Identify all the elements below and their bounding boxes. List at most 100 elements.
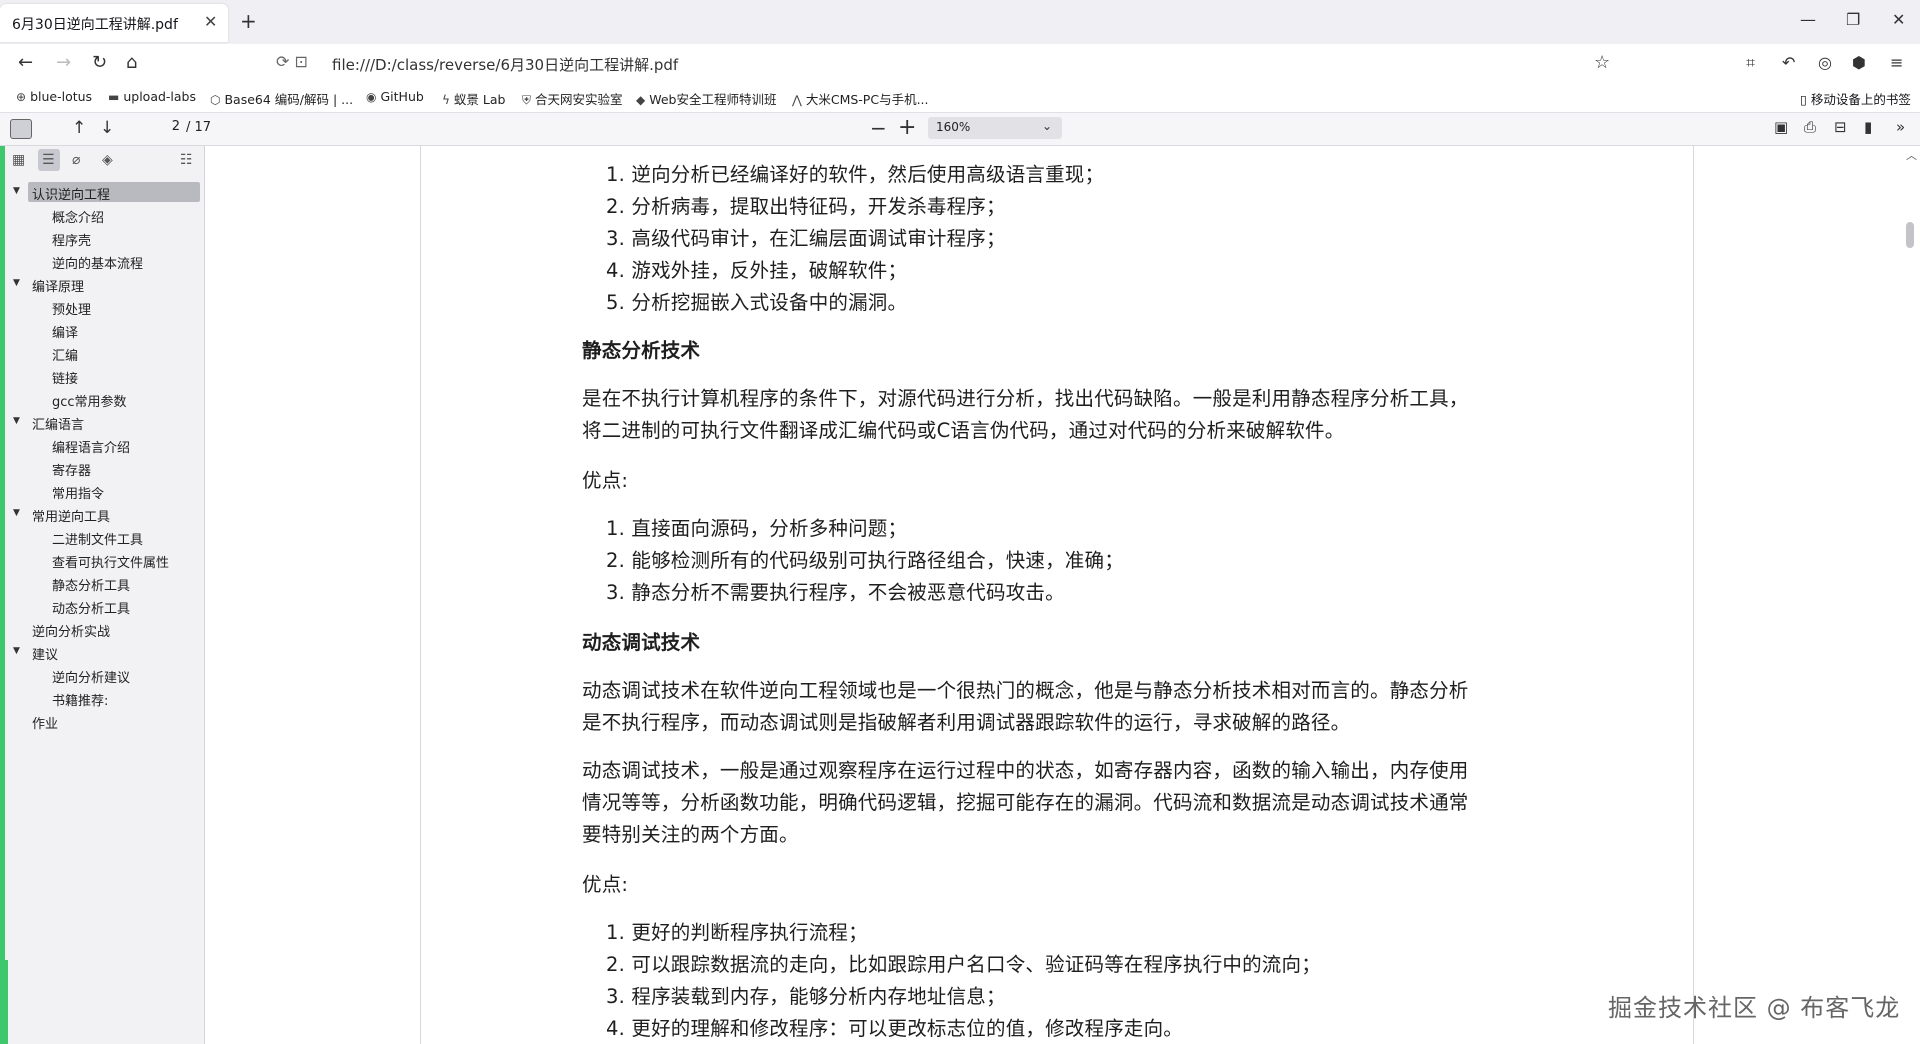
mountain-icon: ⋀ xyxy=(792,93,802,107)
back-arrow-icon[interactable]: ← xyxy=(18,52,33,73)
bookmark-item[interactable]: ▬ upload-labs xyxy=(108,89,196,104)
mobile-icon: ▯ xyxy=(1800,92,1807,107)
extension-icon[interactable]: ◎ xyxy=(1818,53,1832,72)
outline-item[interactable]: 程序壳 xyxy=(0,230,200,250)
bookmark-item[interactable]: ◉ GitHub xyxy=(366,89,424,104)
outline-item[interactable]: 汇编 xyxy=(0,345,200,365)
forward-arrow-icon[interactable]: → xyxy=(56,52,71,73)
close-window-button[interactable]: ✕ xyxy=(1892,10,1905,29)
puzzle-icon[interactable]: ⬢ xyxy=(1852,53,1866,72)
outline-item[interactable]: 二进制文件工具 xyxy=(0,529,200,549)
shield-icon: ⛨ xyxy=(522,93,532,107)
outline-item[interactable]: 查看可执行文件属性 xyxy=(0,552,200,572)
page-number-input[interactable]: 2 xyxy=(150,119,180,137)
expand-toggle-icon[interactable]: ▼ xyxy=(13,416,20,426)
new-tab-button[interactable]: + xyxy=(240,9,257,33)
list-item: 4. 游戏外挂，反外挂，破解软件； xyxy=(606,259,908,282)
outline-item[interactable]: 概念介绍 xyxy=(0,207,200,227)
outline-item-section[interactable]: 逆向分析实战 xyxy=(0,621,200,641)
outline-item-section[interactable]: ▼ 常用逆向工具 xyxy=(0,506,200,526)
outline-item[interactable]: gcc常用参数 xyxy=(0,391,200,411)
bookmark-item[interactable]: ⋀ 大米CMS-PC与手机... xyxy=(792,89,929,108)
outline-item-label: 建议 xyxy=(32,648,59,663)
scroll-up-icon[interactable]: ︿ xyxy=(1906,147,1917,163)
outline-item-label: 编译原理 xyxy=(32,280,85,295)
expand-toggle-icon[interactable]: ▼ xyxy=(13,278,20,288)
outline-item[interactable]: 逆向的基本流程 xyxy=(0,253,200,273)
outline-item[interactable]: 常用指令 xyxy=(0,483,200,503)
outline-item[interactable]: 书籍推荐: xyxy=(0,690,200,710)
outline-item-section[interactable]: ▼ 建议 xyxy=(0,644,200,664)
outline-item-section[interactable]: 作业 xyxy=(0,713,200,733)
mobile-bookmarks[interactable]: ▯ 移动设备上的书签 xyxy=(1800,89,1911,108)
reload-icon[interactable]: ↻ xyxy=(92,52,107,73)
outline-item-section[interactable]: ▼ 编译原理 xyxy=(0,276,200,296)
outline-item-label: gcc常用参数 xyxy=(52,395,127,410)
list-item: 2. 分析病毒，提取出特征码，开发杀毒程序； xyxy=(606,195,1006,218)
bookmark-star-icon[interactable]: ☆ xyxy=(1594,52,1610,73)
thumbnails-icon[interactable]: ▦ xyxy=(12,152,25,168)
outline-item-section[interactable]: ▼ 汇编语言 xyxy=(0,414,200,434)
bookmark-item[interactable]: ϟ 蚁景 Lab xyxy=(442,89,505,108)
outline-item[interactable]: 预处理 xyxy=(0,299,200,319)
expand-toggle-icon[interactable]: ▼ xyxy=(13,508,20,518)
outline-item-label: 常用指令 xyxy=(52,487,105,502)
outline-item[interactable]: 逆向分析建议 xyxy=(0,667,200,687)
expand-toggle-icon[interactable]: ▼ xyxy=(13,646,20,656)
outline-item-label: 常用逆向工具 xyxy=(32,510,111,525)
zoom-out-button[interactable]: − xyxy=(870,116,887,140)
cube-icon: ⬡ xyxy=(210,93,221,107)
outline-item-label: 逆向的基本流程 xyxy=(52,257,144,272)
save-icon[interactable]: ⊟ xyxy=(1834,118,1847,136)
outline-icon[interactable]: ☰ xyxy=(42,152,55,168)
presentation-icon[interactable]: ▣ xyxy=(1774,118,1788,136)
bookmark-item[interactable]: ◆ Web安全工程师特训班 xyxy=(636,89,777,108)
sidebar-toggle-icon[interactable] xyxy=(10,119,32,139)
outline-item[interactable]: 链接 xyxy=(0,368,200,388)
list-item: 2. 能够检测所有的代码级别可执行路径组合，快速，准确； xyxy=(606,549,1124,572)
browser-tab[interactable]: 6月30日逆向工程讲解.pdf ✕ xyxy=(0,4,228,42)
globe-icon: ⊕ xyxy=(16,90,27,104)
zoom-select[interactable]: 160% ⌄ xyxy=(928,117,1062,139)
outline-item[interactable]: 动态分析工具 xyxy=(0,598,200,618)
outline-item-section[interactable]: ▼ 认识逆向工程 xyxy=(0,184,200,204)
bookmark-item[interactable]: ⊕ blue-lotus xyxy=(16,89,92,104)
bookmark-item[interactable]: ⬡ Base64 编码/解码 | ... xyxy=(210,89,353,108)
url-bar[interactable]: file:///D:/class/reverse/6月30日逆向工程讲解.pdf xyxy=(332,54,678,75)
next-page-icon[interactable]: ↓ xyxy=(100,118,114,138)
attachments-icon[interactable]: ⌀ xyxy=(72,152,80,168)
outline-item-label: 寄存器 xyxy=(52,464,92,479)
layers-icon[interactable]: ◈ xyxy=(102,152,113,168)
expand-toggle-icon[interactable]: ▼ xyxy=(13,186,20,196)
outline-item-label: 逆向分析建议 xyxy=(52,671,131,686)
current-outline-icon[interactable]: ☷ xyxy=(180,152,193,168)
close-tab-icon[interactable]: ✕ xyxy=(204,12,217,31)
navigation-bar: ← → ↻ ⌂ ⟳ ⊡ file:///D:/class/reverse/6月3… xyxy=(0,44,1920,84)
outline-item[interactable]: 静态分析工具 xyxy=(0,575,200,595)
previous-page-icon[interactable]: ↑ xyxy=(72,118,86,138)
outline-item-label: 动态分析工具 xyxy=(52,602,131,617)
outline-item-label: 认识逆向工程 xyxy=(32,188,111,203)
bookmark-icon[interactable]: ▮ xyxy=(1864,118,1872,136)
zoom-in-button[interactable]: + xyxy=(898,115,916,140)
list-item: 3. 静态分析不需要执行程序，不会被恶意代码攻击。 xyxy=(606,581,1065,604)
outline-item[interactable]: 编程语言介绍 xyxy=(0,437,200,457)
menu-icon[interactable]: ≡ xyxy=(1890,53,1903,72)
crop-icon[interactable]: ⌗ xyxy=(1746,53,1755,73)
list-item: 1. 更好的判断程序执行流程； xyxy=(606,921,868,944)
scrollbar-thumb[interactable] xyxy=(1906,222,1914,248)
outline-item-label: 概念介绍 xyxy=(52,211,105,226)
minimize-button[interactable]: — xyxy=(1800,10,1816,29)
site-info-icon[interactable]: ⟳ ⊡ xyxy=(276,52,308,71)
bookmark-item[interactable]: ⛨ 合天网安实验室 xyxy=(522,89,623,108)
home-icon[interactable]: ⌂ xyxy=(126,52,137,73)
outline-item[interactable]: 编译 xyxy=(0,322,200,342)
print-icon[interactable]: ⎙ xyxy=(1804,118,1816,136)
outline-item[interactable]: 寄存器 xyxy=(0,460,200,480)
sidebar-tabs: ▦ ☰ ⌀ ◈ ☷ xyxy=(0,146,204,176)
undo-icon[interactable]: ↶ xyxy=(1782,53,1795,72)
outline-item-label: 逆向分析实战 xyxy=(32,625,111,640)
restore-button[interactable]: ❐ xyxy=(1846,10,1860,29)
tools-menu-icon[interactable]: » xyxy=(1896,118,1905,136)
pros-label: 优点: xyxy=(582,873,629,896)
